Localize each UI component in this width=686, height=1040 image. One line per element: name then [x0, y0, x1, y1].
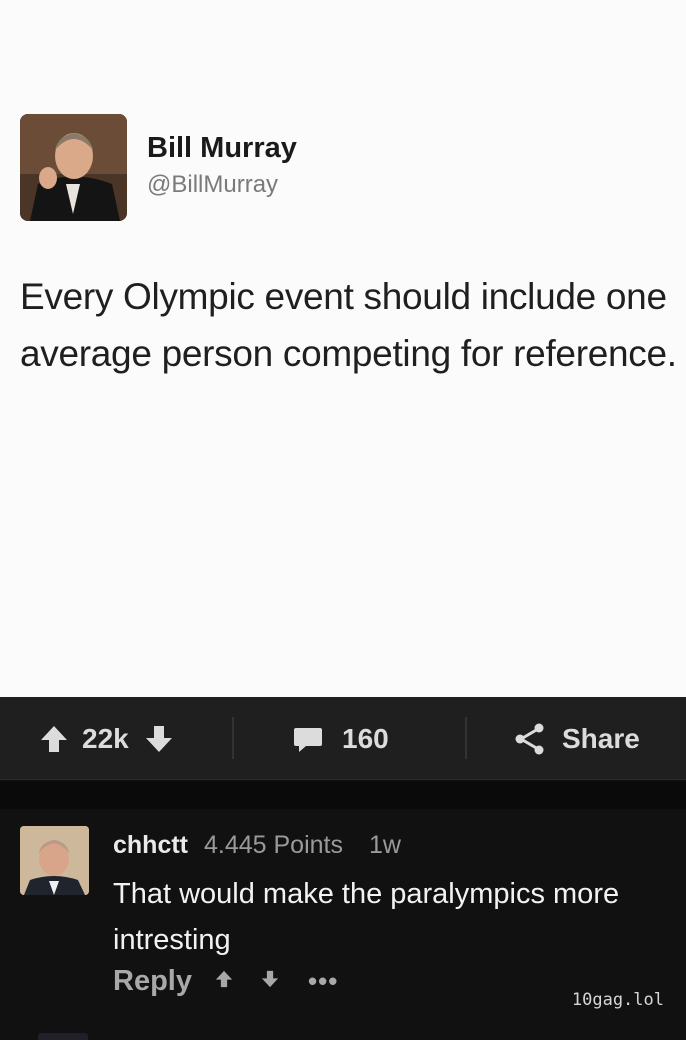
tweet-text: Every Olympic event should include one a… [20, 276, 677, 374]
comment-text: That would make the paralympics more int… [113, 878, 620, 956]
comment-bubble-icon [292, 723, 324, 755]
action-divider [465, 717, 467, 759]
commenter-avatar[interactable] [20, 826, 89, 895]
share-icon [512, 722, 546, 756]
arrow-up-icon[interactable] [38, 723, 70, 755]
comment-username[interactable]: chhctt [113, 831, 188, 860]
tweet-author-avatar [20, 114, 127, 221]
comment-item: chhctt 4.445 Points 1w That would make t… [0, 809, 686, 1040]
comment-actions: Reply ••• [113, 961, 338, 1001]
more-options-button[interactable]: ••• [308, 966, 338, 997]
section-separator [0, 781, 686, 809]
share-button[interactable]: Share [512, 697, 640, 780]
tweet-screenshot: Bill Murray @BillMurray Every Olympic ev… [0, 0, 686, 697]
comment-meta: chhctt 4.445 Points 1w [113, 831, 401, 860]
action-divider [232, 717, 234, 759]
comment-points: 4.445 Points [204, 831, 343, 859]
reply-button[interactable]: Reply [113, 965, 192, 998]
comments-button[interactable]: 160 [292, 697, 389, 780]
arrow-down-icon[interactable] [260, 969, 280, 994]
arrow-down-icon[interactable] [143, 723, 175, 755]
post-action-bar: 22k 160 Share [0, 697, 686, 780]
next-comment-avatar [38, 1033, 88, 1040]
vote-group: 22k [38, 697, 175, 780]
watermark: 10gag.lol [571, 990, 664, 1010]
comment-count: 160 [342, 722, 389, 754]
comment-timestamp: 1w [369, 831, 401, 859]
share-label: Share [562, 722, 640, 754]
arrow-up-icon[interactable] [214, 969, 234, 994]
tweet-author-name: Bill Murray [147, 132, 297, 164]
vote-count: 22k [82, 722, 129, 754]
tweet-author-handle: @BillMurray [147, 171, 279, 198]
